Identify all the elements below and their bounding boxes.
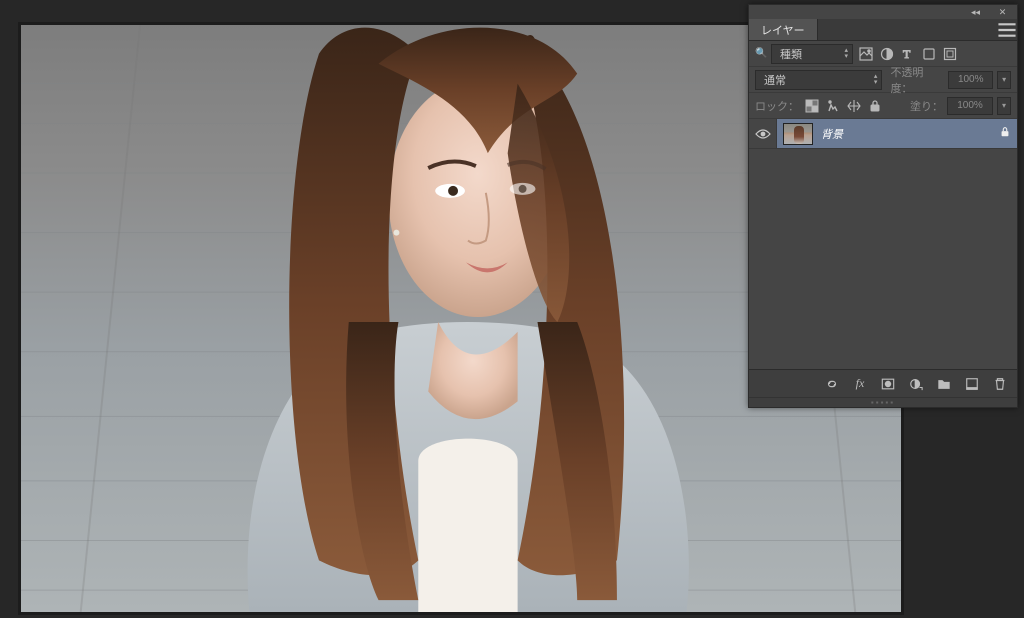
filter-smart-icon[interactable]	[941, 45, 958, 62]
filter-kind-label: 種類	[780, 46, 802, 62]
layer-filter-row: 🔍 種類 ▴▾ T	[749, 41, 1017, 67]
filter-kind-dropdown[interactable]: 種類 ▴▾	[771, 44, 853, 64]
layers-list: 背景	[749, 119, 1017, 369]
fill-flyout[interactable]: ▾	[997, 97, 1011, 115]
delete-layer-icon[interactable]	[991, 375, 1009, 393]
eye-icon	[755, 128, 771, 140]
tab-layers[interactable]: レイヤー	[749, 19, 818, 40]
filter-text-icon[interactable]: T	[899, 45, 916, 62]
filter-adjust-icon[interactable]	[878, 45, 895, 62]
lock-row: ロック： 塗り： 100% ▾	[749, 93, 1017, 119]
fill-value[interactable]: 100%	[947, 97, 993, 115]
opacity-flyout[interactable]: ▾	[997, 71, 1011, 89]
filter-pixel-icon[interactable]	[857, 45, 874, 62]
filter-shape-icon[interactable]	[920, 45, 937, 62]
svg-text:T: T	[903, 47, 911, 61]
panel-footer: fx	[749, 369, 1017, 397]
layer-thumb[interactable]	[783, 123, 813, 145]
layer-row[interactable]: 背景	[749, 119, 1017, 149]
link-layers-icon[interactable]	[823, 375, 841, 393]
fill-label: 塗り：	[910, 98, 943, 114]
layer-name[interactable]: 背景	[821, 126, 843, 142]
panel-minibar: ◂◂ ✕	[749, 5, 1017, 19]
blend-mode-label: 通常	[764, 72, 786, 88]
panel-menu-button[interactable]	[997, 19, 1017, 40]
lock-transparent-icon[interactable]	[803, 97, 820, 114]
lock-all-icon[interactable]	[866, 97, 883, 114]
close-icon[interactable]: ✕	[994, 4, 1011, 21]
add-mask-icon[interactable]	[879, 375, 897, 393]
search-icon: 🔍	[755, 48, 767, 59]
collapse-icon[interactable]: ◂◂	[967, 4, 984, 21]
opacity-value[interactable]: 100%	[948, 71, 993, 89]
layers-panel: ◂◂ ✕ レイヤー 🔍 種類 ▴▾ T 通常 ▴▾	[748, 4, 1018, 408]
blend-mode-dropdown[interactable]: 通常 ▴▾	[755, 70, 882, 90]
tab-label: レイヤー	[761, 22, 805, 38]
layer-visibility-toggle[interactable]	[749, 119, 777, 148]
lock-image-icon[interactable]	[824, 97, 841, 114]
new-group-icon[interactable]	[935, 375, 953, 393]
lock-position-icon[interactable]	[845, 97, 862, 114]
layer-lock-icon[interactable]	[999, 126, 1011, 141]
new-adjustment-icon[interactable]	[907, 375, 925, 393]
new-layer-icon[interactable]	[963, 375, 981, 393]
panel-tabs: レイヤー	[749, 19, 1017, 41]
panel-resize-grip[interactable]: ▪▪▪▪▪	[749, 397, 1017, 407]
opacity-label: 不透明度：	[890, 64, 944, 96]
lock-label: ロック：	[755, 98, 799, 114]
layer-fx-icon[interactable]: fx	[851, 375, 869, 393]
blend-row: 通常 ▴▾ 不透明度： 100% ▾	[749, 67, 1017, 93]
